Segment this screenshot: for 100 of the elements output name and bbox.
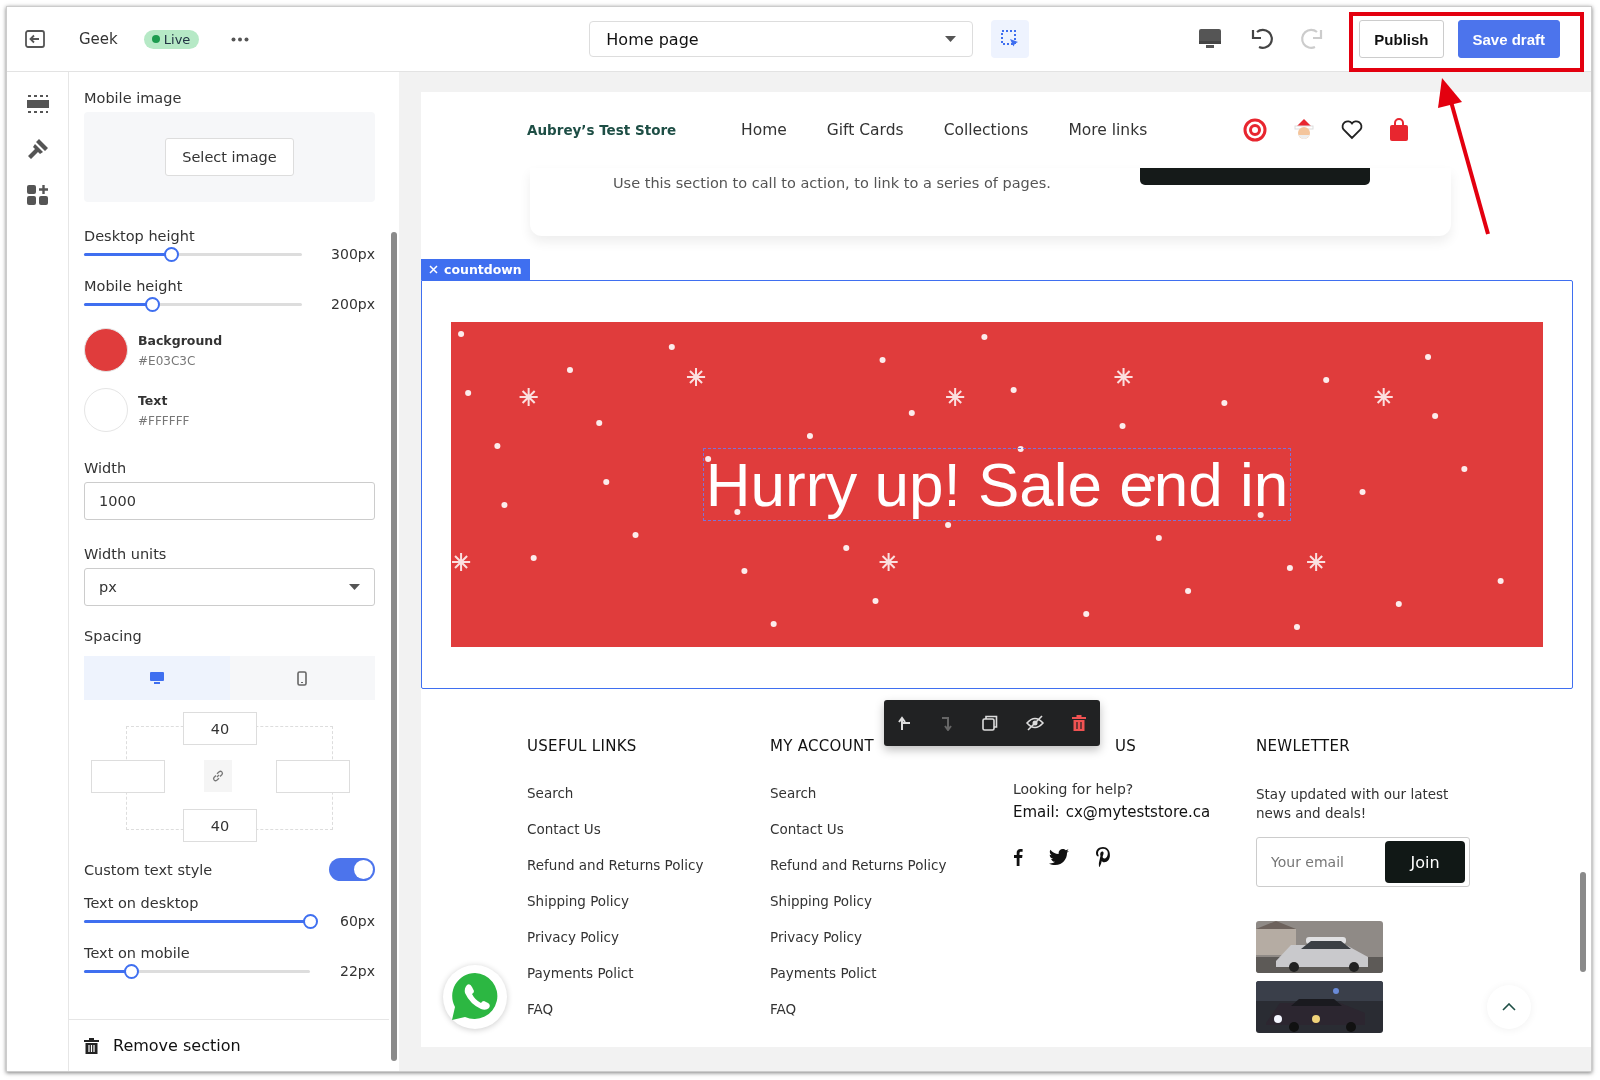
footer-link[interactable]: Privacy Policy <box>527 929 770 945</box>
footer-heading: MY ACCOUNT <box>770 737 875 757</box>
monitor-icon <box>149 671 164 685</box>
section-tag[interactable]: countdown <box>421 259 530 280</box>
help-text: Looking for help? <box>1013 781 1135 797</box>
units-select[interactable]: px <box>84 568 375 606</box>
footer-link[interactable]: Payments Polict <box>527 965 770 981</box>
spacing-left-field[interactable] <box>91 760 165 793</box>
move-down-icon[interactable] <box>940 715 954 731</box>
field-label: Width <box>84 460 128 476</box>
phone-icon <box>297 670 308 686</box>
select-tool-button[interactable] <box>991 20 1030 58</box>
remove-section-button[interactable]: Remove section <box>69 1019 389 1071</box>
exit-icon[interactable] <box>25 30 45 48</box>
move-up-icon[interactable] <box>898 715 912 731</box>
color-value: #E03C3C <box>138 353 197 368</box>
color-label: Text <box>138 392 169 408</box>
toggle-label: Custom text style <box>84 861 213 878</box>
nav-link[interactable]: Collections <box>943 121 1029 139</box>
slider-value: 300px <box>331 246 375 262</box>
nav-link[interactable]: More links <box>1068 121 1148 139</box>
footer-link[interactable]: Contact Us <box>770 821 1013 837</box>
slider-label: Mobile height <box>84 278 184 294</box>
footer-link[interactable]: Search <box>770 785 1013 801</box>
caret-icon <box>349 584 360 590</box>
hide-icon[interactable] <box>1026 715 1044 731</box>
page-select[interactable]: Home page <box>589 21 974 57</box>
select-image-button[interactable]: Select image <box>165 138 294 176</box>
sections-icon[interactable] <box>26 94 49 114</box>
slider-label: Desktop height <box>84 228 196 244</box>
add-block-icon[interactable] <box>26 184 49 206</box>
heart-icon[interactable] <box>1341 120 1364 140</box>
footer-link[interactable]: Privacy Policy <box>770 929 1013 945</box>
trash-icon <box>84 1037 99 1054</box>
twitter-icon[interactable] <box>1049 849 1069 865</box>
shopping-bag-icon[interactable] <box>1389 118 1410 142</box>
store-name[interactable]: Aubrey’s Test Store <box>527 122 741 138</box>
slider-thumb[interactable] <box>303 913 318 929</box>
toggle-switch[interactable] <box>329 858 375 881</box>
undo-icon[interactable] <box>1251 28 1276 50</box>
status-badge: Live <box>143 29 200 49</box>
footer-heading: US <box>1115 737 1137 755</box>
field-label: Width units <box>84 546 168 562</box>
cta-text: Use this section to call to action, to link to a series of pages. <box>613 175 1051 193</box>
more-icon[interactable] <box>231 36 250 42</box>
target-icon[interactable] <box>1243 118 1268 142</box>
slider-thumb[interactable] <box>144 296 160 312</box>
spacing-bottom-field[interactable]: 40 <box>183 809 257 842</box>
delete-icon[interactable] <box>1072 715 1086 731</box>
slider-thumb[interactable] <box>164 246 180 262</box>
footer-heading: NEWLETTER <box>1256 737 1352 757</box>
slider-value: 22px <box>340 963 375 979</box>
link-button[interactable] <box>204 760 232 792</box>
footer-link[interactable]: Search <box>527 785 770 801</box>
publish-button[interactable]: Publish <box>1359 20 1444 58</box>
banner-heading: Hurry up! Sale end in <box>702 448 1292 521</box>
nav-link[interactable]: Home <box>741 121 787 139</box>
footer-link[interactable]: Shipping Policy <box>527 893 770 909</box>
caret-icon <box>945 36 957 42</box>
newsletter-text: Stay updated with our latest news and deals! <box>1256 785 1450 823</box>
pinterest-icon[interactable] <box>1095 847 1111 867</box>
monitor-icon[interactable] <box>1199 29 1222 49</box>
footer-heading: USEFUL LINKS <box>527 737 638 757</box>
slider-label: Text on mobile <box>84 945 191 961</box>
join-button[interactable]: Join <box>1385 841 1465 883</box>
footer-link[interactable]: Contact Us <box>527 821 770 837</box>
email-label: Email: <box>1013 803 1060 821</box>
width-field[interactable]: 1000 <box>84 482 375 520</box>
color-label: Background <box>138 332 223 348</box>
chevron-up-icon <box>1502 1003 1516 1011</box>
slider-value: 60px <box>340 913 375 929</box>
footer-link[interactable]: FAQ <box>770 1001 1013 1017</box>
santa-icon[interactable] <box>1293 118 1316 142</box>
email-link[interactable]: cx@myteststore.ca <box>1065 803 1211 821</box>
paint-brush-icon[interactable] <box>26 138 49 160</box>
field-label: Spacing <box>84 628 143 644</box>
chat-button[interactable] <box>443 965 507 1029</box>
slider-value: 200px <box>331 296 375 312</box>
email-field[interactable]: Your email Join <box>1256 837 1470 887</box>
footer-link[interactable]: Refund and Returns Policy <box>770 857 1013 873</box>
spacing-top-field[interactable]: 40 <box>183 712 257 745</box>
link-icon <box>211 769 225 783</box>
field-label: Mobile image <box>84 90 183 106</box>
footer-link[interactable]: Refund and Returns Policy <box>527 857 770 873</box>
color-swatch[interactable] <box>84 328 128 372</box>
slider-thumb[interactable] <box>124 963 140 979</box>
duplicate-icon[interactable] <box>982 715 998 731</box>
color-swatch[interactable] <box>84 388 128 432</box>
footer-link[interactable]: FAQ <box>527 1001 770 1017</box>
device-tab[interactable] <box>84 656 230 700</box>
footer-link[interactable]: Payments Polict <box>770 965 1013 981</box>
nav-link[interactable]: Gift Cards <box>826 121 904 139</box>
theme-name: Geek <box>79 30 118 48</box>
spacing-right-field[interactable] <box>276 760 350 793</box>
close-icon[interactable] <box>429 265 438 274</box>
color-value: #FFFFFF <box>138 413 190 428</box>
facebook-icon[interactable] <box>1013 848 1023 866</box>
footer-link[interactable]: Shipping Policy <box>770 893 1013 909</box>
slider-label: Text on desktop <box>84 895 200 911</box>
save-draft-button[interactable]: Save draft <box>1457 20 1561 58</box>
